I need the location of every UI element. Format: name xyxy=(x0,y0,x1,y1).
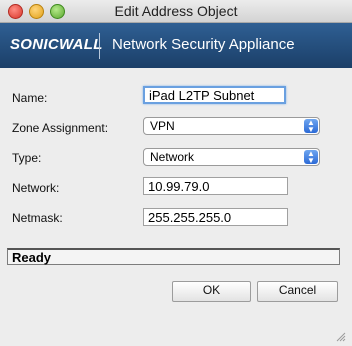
name-label: Name: xyxy=(12,91,48,105)
status-bar: Ready xyxy=(7,248,340,265)
brand-banner: SONICWALL Network Security Appliance xyxy=(0,23,352,68)
cancel-button[interactable]: Cancel xyxy=(257,281,338,302)
product-title: Network Security Appliance xyxy=(112,36,295,53)
netmask-field[interactable]: 255.255.255.0 xyxy=(143,208,288,226)
window-title: Edit Address Object xyxy=(114,3,238,19)
dialog-panel: Name: iPad L2TP Subnet Zone Assignment: … xyxy=(0,68,352,346)
network-label: Network: xyxy=(12,181,60,195)
type-label: Type: xyxy=(12,151,42,165)
title-bar[interactable]: Edit Address Object xyxy=(0,0,352,23)
ok-button[interactable]: OK xyxy=(172,281,251,302)
netmask-label: Netmask: xyxy=(12,211,63,225)
type-select[interactable]: Network ▲ ▼ xyxy=(143,148,320,166)
zone-select[interactable]: VPN ▲ ▼ xyxy=(143,117,320,135)
zone-select-value: VPN xyxy=(150,119,175,133)
sonicwall-logo: SONICWALL xyxy=(10,36,103,53)
zone-label: Zone Assignment: xyxy=(12,121,109,135)
resize-grip-icon[interactable] xyxy=(336,332,346,342)
updown-arrows-icon: ▲ ▼ xyxy=(304,119,318,134)
banner-divider xyxy=(99,33,100,59)
network-field[interactable]: 10.99.79.0 xyxy=(143,177,288,195)
type-select-value: Network xyxy=(150,150,195,164)
name-field[interactable]: iPad L2TP Subnet xyxy=(143,86,286,104)
updown-arrows-icon: ▲ ▼ xyxy=(304,150,318,165)
